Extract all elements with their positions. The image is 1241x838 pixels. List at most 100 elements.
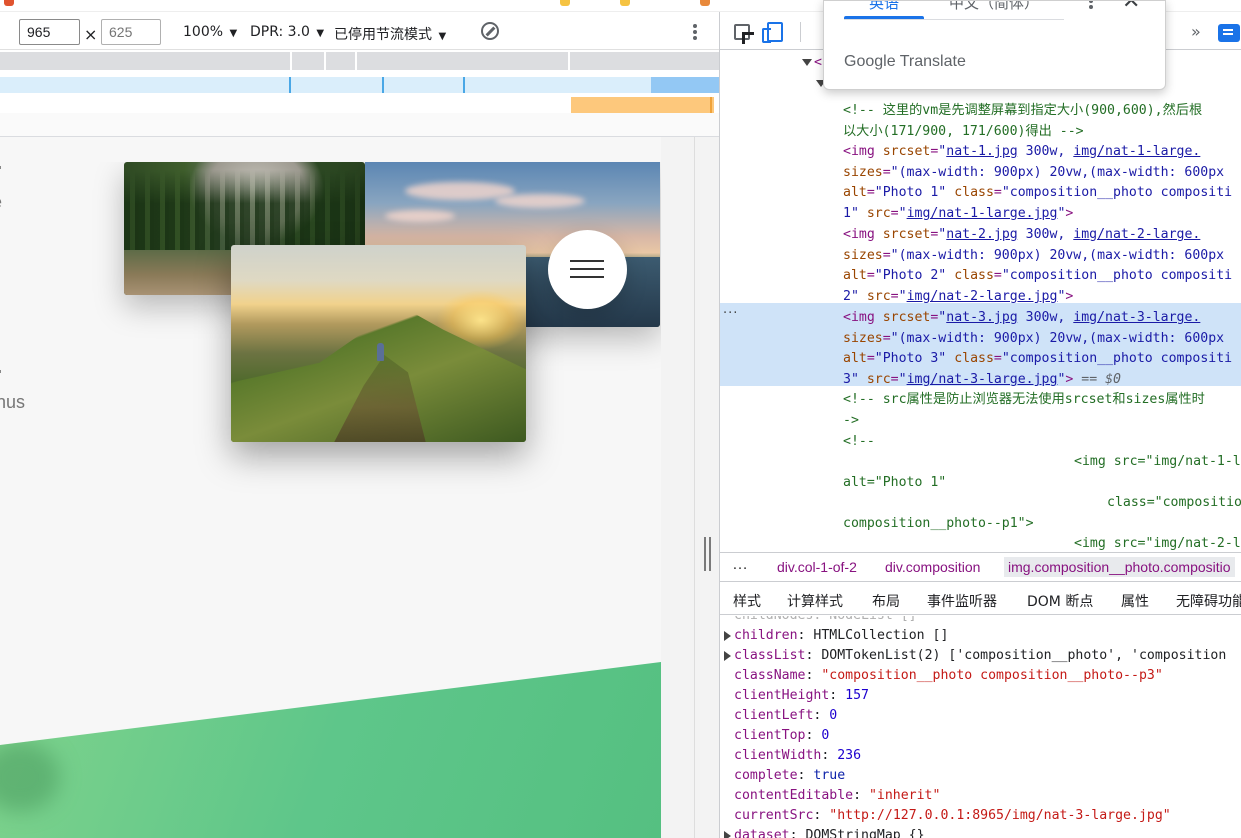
more-options-icon[interactable] <box>1089 1 1093 11</box>
property-row[interactable]: clientHeight: 157 <box>734 686 869 706</box>
property-value: DOMTokenList(2) ['composition__photo', '… <box>821 648 1227 663</box>
expand-triangle-icon[interactable] <box>724 831 731 838</box>
resize-handle[interactable] <box>704 537 712 571</box>
property-separator: : <box>829 688 846 703</box>
img-node-2[interactable]: sizes="(max-width: 900px) 20vw,(max-widt… <box>843 246 1224 267</box>
src-link[interactable]: img/nat-3-large.jpg <box>907 372 1058 387</box>
tab-computed[interactable]: 计算样式 <box>787 591 843 611</box>
img-node-3-selected[interactable]: 3" src="img/nat-3-large.jpg"> == $0 <box>843 370 1121 391</box>
device-width-input[interactable] <box>19 19 80 45</box>
html-comment[interactable]: <!-- 这里的vm是先调整屏幕到指定大小(900,600),然后根 <box>843 101 1202 122</box>
tab-event-listeners[interactable]: 事件监听器 <box>927 591 997 611</box>
cloud <box>495 194 585 208</box>
tab-layout[interactable]: 布局 <box>872 591 900 611</box>
img-node-3-selected[interactable]: sizes="(max-width: 900px) 20vw,(max-widt… <box>843 329 1224 350</box>
device-height-input[interactable] <box>101 19 161 45</box>
property-value: 236 <box>837 748 862 763</box>
rotate-icon[interactable] <box>481 22 499 40</box>
html-comment[interactable]: class="compositio <box>1107 493 1241 514</box>
srcset-link[interactable]: img/nat-1-large. <box>1073 144 1200 159</box>
html-comment[interactable]: <!-- <box>843 432 875 453</box>
device-toolbar: × 100% ▼ DPR: 3.0 ▼ 已停用节流模式 ▼ <box>0 12 719 50</box>
srcset-link[interactable]: nat-2.jpg <box>946 227 1017 242</box>
tab-styles[interactable]: 样式 <box>733 591 761 611</box>
emulated-viewport[interactable]: e inus <box>0 162 661 838</box>
expand-triangle-icon[interactable] <box>724 631 731 641</box>
property-key: clientLeft <box>734 708 814 723</box>
zoom-dropdown[interactable]: 100% ▼ <box>183 24 237 40</box>
html-comment[interactable]: 以大小(171/900, 171/600)得出 --> <box>843 122 1084 143</box>
device-toolbar-toggle-icon[interactable] <box>762 22 783 43</box>
property-separator: : <box>789 828 806 838</box>
media-query-bar-min-max[interactable] <box>0 77 719 93</box>
close-icon[interactable]: ✕ <box>1122 1 1140 14</box>
tab-dom-breakpoints[interactable]: DOM 断点 <box>1027 591 1093 611</box>
html-comment[interactable]: alt="Photo 1" <box>843 473 946 494</box>
srcset-link[interactable]: img/nat-3-large. <box>1073 310 1200 325</box>
elements-tree[interactable]: < <!-- 这里的vm是先调整屏幕到指定大小(900,600),然后根 以大小… <box>720 51 1241 551</box>
properties-pane[interactable]: childNodes: NodeList [] children: HTMLCo… <box>720 616 1241 838</box>
bookmark-folder-icon[interactable] <box>560 0 570 6</box>
property-row[interactable]: dataset: DOMStringMap {} <box>734 826 925 838</box>
html-comment[interactable]: <!-- src属性是防止浏览器无法使用srcset和sizes属性时 <box>843 390 1205 411</box>
srcset-link[interactable]: nat-3.jpg <box>946 310 1017 325</box>
navigation-menu-button[interactable] <box>548 230 627 309</box>
property-row[interactable]: className: "composition__photo compositi… <box>734 666 1163 686</box>
property-row[interactable]: classList: DOMTokenList(2) ['composition… <box>734 646 1226 666</box>
node-actions-icon[interactable]: ··· <box>723 304 738 325</box>
img-node-1[interactable]: alt="Photo 1" class="composition__photo … <box>843 183 1232 204</box>
viewport-top-margin <box>0 137 695 162</box>
srcset-link[interactable]: nat-1.jpg <box>946 144 1017 159</box>
inspect-element-icon[interactable] <box>734 24 750 40</box>
console-reference: == $0 <box>1081 372 1121 387</box>
img-node-3-selected[interactable]: alt="Photo 3" class="composition__photo … <box>843 349 1232 370</box>
media-query-bar-min-width[interactable] <box>0 97 719 113</box>
translate-tab-target[interactable]: 中文（简体） <box>949 1 1039 13</box>
media-query-bar-max-width[interactable] <box>0 52 719 70</box>
tab-properties[interactable]: 属性 <box>1121 591 1149 614</box>
img-node-1[interactable]: <img srcset="nat-1.jpg 300w, img/nat-1-l… <box>843 142 1200 163</box>
property-row[interactable]: clientLeft: 0 <box>734 706 837 726</box>
property-row[interactable]: clientTop: 0 <box>734 726 829 746</box>
img-node-2[interactable]: <img srcset="nat-2.jpg 300w, img/nat-2-l… <box>843 225 1200 246</box>
property-row[interactable]: complete: true <box>734 766 845 786</box>
property-row[interactable]: children: HTMLCollection [] <box>734 626 948 646</box>
composition-photo-3[interactable] <box>231 245 526 442</box>
throttle-dropdown[interactable]: 已停用节流模式 ▼ <box>334 24 446 44</box>
html-comment[interactable]: composition__photo--p1"> <box>843 514 1034 535</box>
src-link[interactable]: img/nat-1-large.jpg <box>907 206 1058 221</box>
more-tabs-icon[interactable]: » <box>1191 22 1201 41</box>
bookmark-favicon[interactable] <box>700 0 710 6</box>
issues-icon[interactable] <box>1218 24 1240 42</box>
expand-triangle-icon[interactable] <box>724 651 731 661</box>
expand-triangle-icon[interactable] <box>802 59 812 66</box>
html-comment[interactable]: <img src="img/nat-1-l <box>1074 452 1241 473</box>
tab-accessibility[interactable]: 无障碍功能 <box>1176 591 1241 611</box>
bookmark-folder-icon[interactable] <box>620 0 630 6</box>
more-options-icon[interactable] <box>693 24 697 40</box>
src-link[interactable]: img/nat-2-large.jpg <box>907 289 1058 304</box>
img-node-1[interactable]: 1" src="img/nat-1-large.jpg"> <box>843 204 1073 225</box>
breadcrumb-item[interactable]: div.composition <box>885 559 980 575</box>
property-row[interactable]: currentSrc: "http://127.0.0.1:8965/img/n… <box>734 806 1171 826</box>
property-key: clientWidth <box>734 748 822 763</box>
img-node-3-selected[interactable]: <img srcset="nat-3.jpg 300w, img/nat-3-l… <box>843 308 1200 329</box>
html-comment[interactable]: -> <box>843 411 859 432</box>
tree-node[interactable]: < <box>814 53 822 74</box>
breadcrumb-overflow[interactable]: … <box>732 556 748 574</box>
hiker-figure <box>377 343 384 361</box>
property-row[interactable]: clientWidth: 236 <box>734 746 861 766</box>
dpr-dropdown[interactable]: DPR: 3.0 ▼ <box>250 24 324 40</box>
srcset-link[interactable]: img/nat-2-large. <box>1073 227 1200 242</box>
html-comment[interactable]: <img src="img/nat-2-l <box>1074 534 1241 551</box>
breadcrumb-item-selected[interactable]: img.composition__photo.compositio <box>1004 557 1235 577</box>
chevron-down-icon: ▼ <box>438 31 447 42</box>
translate-tab-source[interactable]: 英语 <box>869 1 899 13</box>
breadcrumb-item[interactable]: div.col-1-of-2 <box>777 559 857 575</box>
bookmark-favicon[interactable] <box>4 0 14 6</box>
property-row[interactable]: contentEditable: "inherit" <box>734 786 940 806</box>
property-separator: : <box>813 708 830 723</box>
property-value: 0 <box>821 728 830 743</box>
img-node-2[interactable]: alt="Photo 2" class="composition__photo … <box>843 266 1232 287</box>
img-node-1[interactable]: sizes="(max-width: 900px) 20vw,(max-widt… <box>843 163 1224 184</box>
